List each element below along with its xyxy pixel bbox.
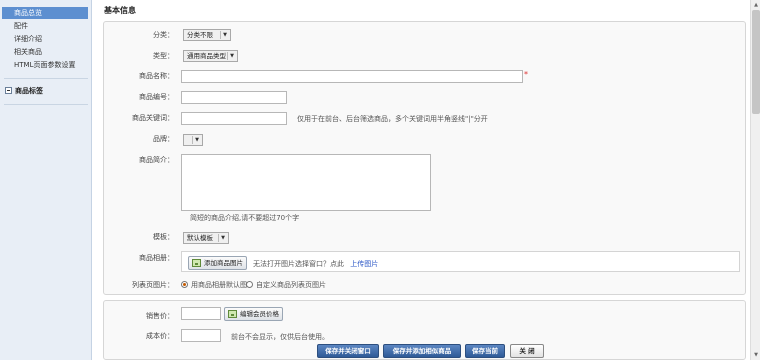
sidebar-group-tags[interactable]: 商品标签 — [5, 85, 43, 97]
sidebar-item-related[interactable]: 相关商品 — [2, 46, 88, 58]
sidebar-divider — [4, 104, 88, 105]
sidebar: 商品总览 配件 详细介绍 相关商品 HTML页面参数设置 商品标签 — [0, 0, 92, 360]
keywords-hint: 仅用于在前台、后台筛选商品，多个关键词用半角竖线"|"分开 — [297, 115, 488, 123]
keywords-label: 商品关键词： — [132, 114, 174, 122]
list-image-custom-label: 自定义商品列表页图片 — [256, 281, 326, 289]
save-current-button[interactable]: 保存当前 — [465, 344, 505, 358]
sidebar-item-html-settings[interactable]: HTML页面参数设置 — [2, 59, 88, 71]
album-label: 商品相册： — [139, 254, 174, 262]
chevron-down-icon: ▼ — [227, 52, 236, 60]
list-image-default-label: 用商品相册默认图 — [191, 281, 247, 289]
image-icon — [192, 259, 201, 267]
keywords-input[interactable] — [181, 112, 287, 125]
add-image-button[interactable]: 添加商品图片 — [188, 256, 247, 270]
image-icon — [228, 310, 237, 318]
cost-label: 成本价： — [146, 332, 174, 340]
chevron-down-icon: ▼ — [220, 31, 229, 39]
list-image-label: 列表页图片： — [132, 281, 174, 289]
chevron-down-icon: ▼ — [192, 136, 201, 144]
template-label: 模板： — [153, 233, 174, 241]
required-mark: * — [524, 70, 528, 79]
sidebar-item-details[interactable]: 详细介绍 — [2, 33, 88, 45]
collapse-icon[interactable] — [5, 87, 12, 94]
brief-textarea[interactable] — [181, 154, 431, 211]
cost-hint: 前台不会显示，仅供后台使用。 — [231, 333, 329, 341]
template-select[interactable]: 默认模板 ▼ — [183, 232, 229, 244]
save-add-similar-button[interactable]: 保存并添加相似商品 — [383, 344, 461, 358]
brief-label: 商品简介： — [139, 156, 174, 164]
price-input[interactable] — [181, 307, 221, 320]
close-button[interactable]: 关 闭 — [510, 344, 544, 358]
list-image-default-radio[interactable] — [181, 281, 188, 288]
name-label: 商品名称： — [139, 72, 174, 80]
edit-member-price-button[interactable]: 编辑会员价格 — [224, 307, 283, 321]
upload-image-link[interactable]: 上传图片 — [350, 260, 378, 268]
price-label: 销售价： — [146, 312, 174, 320]
album-hint-text: 无法打开图片选择窗口？点此 — [253, 260, 344, 268]
product-name-input[interactable] — [181, 70, 523, 83]
scrollbar[interactable]: ▲ ▼ — [750, 0, 760, 360]
album-hint: 无法打开图片选择窗口？点此 上传图片 — [253, 258, 378, 270]
list-image-custom-radio[interactable] — [246, 281, 253, 288]
sidebar-group-label: 商品标签 — [15, 87, 43, 95]
brand-label: 品牌： — [153, 135, 174, 143]
product-sku-input[interactable] — [181, 91, 287, 104]
type-value: 通用商品类型 — [187, 52, 226, 60]
scrollbar-thumb[interactable] — [752, 10, 760, 114]
sidebar-item-overview[interactable]: 商品总览 — [2, 7, 88, 19]
cost-input[interactable] — [181, 329, 221, 342]
sku-label: 商品编号： — [139, 93, 174, 101]
type-select[interactable]: 通用商品类型 ▼ — [183, 50, 238, 62]
arrow-down-icon[interactable]: ▼ — [752, 351, 760, 359]
edit-member-price-label: 编辑会员价格 — [240, 310, 279, 318]
category-label: 分类： — [153, 31, 174, 39]
save-close-button[interactable]: 保存并关闭窗口 — [317, 344, 379, 358]
brand-select[interactable]: ▼ — [183, 134, 203, 146]
category-select[interactable]: 分类不限 ▼ — [183, 29, 231, 41]
section-title: 基本信息 — [104, 6, 136, 15]
arrow-up-icon[interactable]: ▲ — [752, 1, 760, 9]
category-value: 分类不限 — [187, 31, 213, 39]
sidebar-divider — [4, 78, 88, 79]
chevron-down-icon: ▼ — [218, 234, 227, 242]
template-value: 默认模板 — [187, 234, 213, 242]
type-label: 类型： — [153, 52, 174, 60]
add-image-label: 添加商品图片 — [204, 259, 243, 267]
sidebar-item-accessories[interactable]: 配件 — [2, 20, 88, 32]
brief-hint: 简短的商品介绍,请不要超过70个字 — [190, 214, 300, 222]
